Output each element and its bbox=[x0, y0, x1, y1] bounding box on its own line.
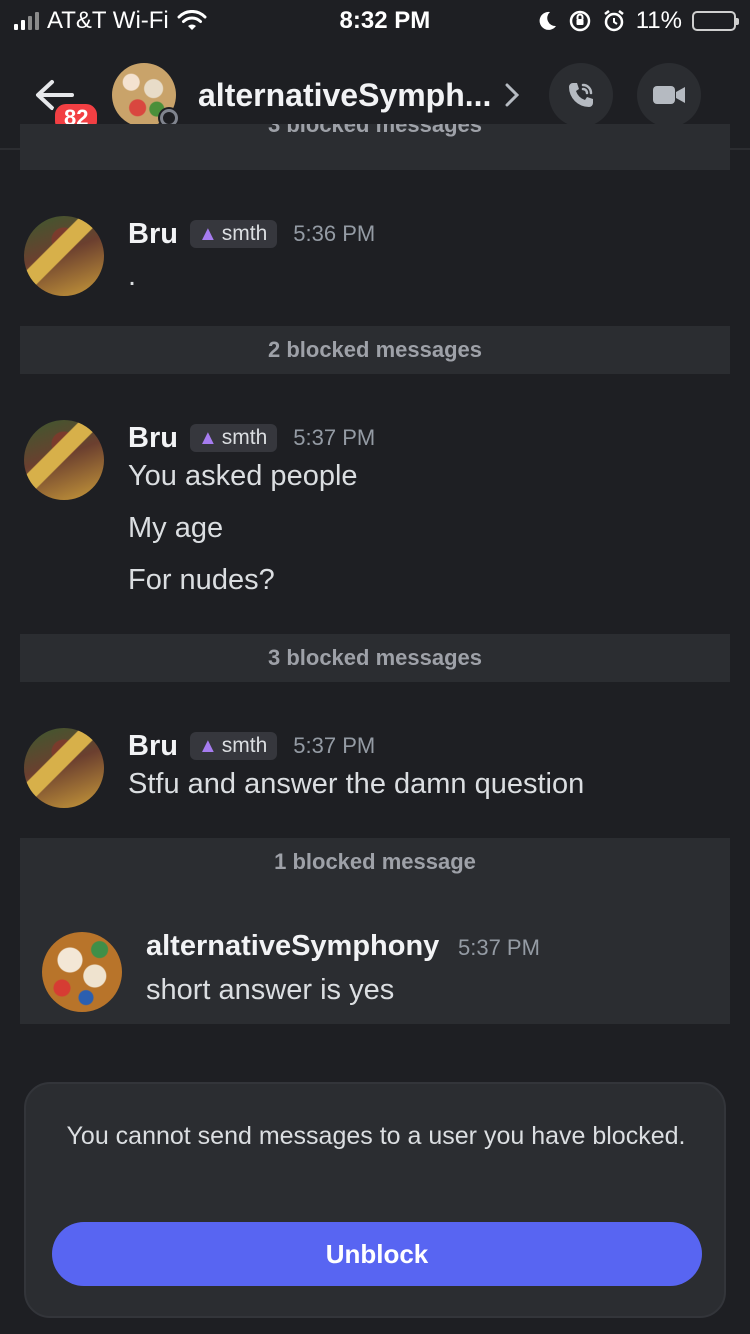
timestamp: 5:37 PM bbox=[293, 425, 376, 450]
carrier-label: AT&T Wi-Fi bbox=[47, 7, 169, 34]
status-right: 11% bbox=[536, 7, 739, 35]
timestamp: 5:36 PM bbox=[293, 221, 376, 246]
server-tag-label: smth bbox=[221, 222, 268, 245]
avatar[interactable] bbox=[42, 932, 122, 1012]
moon-icon bbox=[539, 11, 556, 30]
flame-icon: ▲ bbox=[197, 734, 218, 757]
avatar[interactable] bbox=[24, 420, 104, 500]
channel-title[interactable]: alternativeSymph... bbox=[198, 77, 491, 114]
message-header: Bru ▲ smth 5:37 PM bbox=[128, 728, 375, 764]
back-button[interactable]: 82 bbox=[34, 65, 101, 135]
message-text: For nudes? bbox=[128, 564, 275, 596]
blocked-messages-label: 3 blocked messages bbox=[267, 645, 482, 670]
battery-percent: 11% bbox=[635, 7, 682, 34]
flame-icon: ▲ bbox=[197, 426, 218, 449]
timestamp: 5:37 PM bbox=[293, 733, 376, 758]
server-tag[interactable]: ▲ smth bbox=[189, 220, 278, 248]
video-call-button[interactable] bbox=[637, 63, 702, 127]
message-text: Stfu and answer the damn question bbox=[128, 768, 585, 800]
blocked-messages-label: 2 blocked messages bbox=[267, 337, 482, 362]
message-text: You asked people bbox=[128, 460, 358, 492]
message-header: Bru ▲ smth 5:37 PM bbox=[128, 420, 375, 456]
video-camera-icon bbox=[653, 86, 686, 104]
wifi-icon bbox=[177, 10, 207, 30]
server-tag[interactable]: ▲ smth bbox=[189, 732, 278, 760]
blocked-messages-bar[interactable]: 2 blocked messages bbox=[20, 326, 730, 374]
server-tag-label: smth bbox=[221, 426, 268, 449]
message-group: Bru ▲ smth 5:36 PM . bbox=[24, 216, 724, 306]
author-name[interactable]: Bru bbox=[128, 218, 178, 251]
blocked-user-panel: You cannot send messages to a user you h… bbox=[24, 1082, 726, 1318]
battery-icon bbox=[692, 11, 739, 31]
message-group: Bru ▲ smth 5:37 PM Stfu and answer the da… bbox=[24, 728, 724, 818]
chevron-right-icon[interactable] bbox=[505, 83, 520, 107]
message-text: . bbox=[128, 260, 137, 292]
message-header: Bru ▲ smth 5:36 PM bbox=[128, 216, 375, 252]
orientation-lock-icon bbox=[569, 10, 590, 32]
author-name[interactable]: Bru bbox=[128, 730, 178, 763]
signal-strength-icon bbox=[14, 12, 39, 30]
unblock-button[interactable]: Unblock bbox=[52, 1222, 702, 1286]
message-text: short answer is yes bbox=[146, 974, 395, 1006]
clock: 8:32 PM bbox=[339, 7, 431, 34]
message-text: My age bbox=[128, 512, 224, 544]
author-name[interactable]: Bru bbox=[128, 422, 178, 455]
blocked-messages-label: 3 blocked messages bbox=[267, 124, 482, 137]
status-bar: AT&T Wi-Fi 8:32 PM 11% bbox=[0, 0, 750, 42]
flame-icon: ▲ bbox=[197, 222, 218, 245]
author-name[interactable]: alternativeSymphony bbox=[146, 930, 439, 963]
blocked-messages-label: 1 blocked message bbox=[274, 849, 476, 874]
avatar[interactable] bbox=[24, 216, 104, 296]
server-tag-label: smth bbox=[221, 734, 268, 757]
blocked-messages-bar[interactable]: 3 blocked messages bbox=[20, 124, 730, 170]
voice-call-button[interactable] bbox=[549, 63, 614, 127]
blocked-message-expanded[interactable]: 1 blocked message alternativeSymphony 5:… bbox=[20, 838, 730, 1024]
blocked-messages-bar[interactable]: 3 blocked messages bbox=[20, 634, 730, 682]
server-tag[interactable]: ▲ smth bbox=[189, 424, 278, 452]
message-group: Bru ▲ smth 5:37 PM You asked people My ag… bbox=[24, 420, 724, 610]
avatar[interactable] bbox=[112, 63, 180, 129]
blocked-notice: You cannot send messages to a user you h… bbox=[66, 1122, 686, 1150]
alarm-icon bbox=[603, 10, 624, 32]
avatar[interactable] bbox=[24, 728, 104, 808]
timestamp: 5:37 PM bbox=[458, 935, 540, 960]
phone-call-icon bbox=[569, 83, 594, 107]
